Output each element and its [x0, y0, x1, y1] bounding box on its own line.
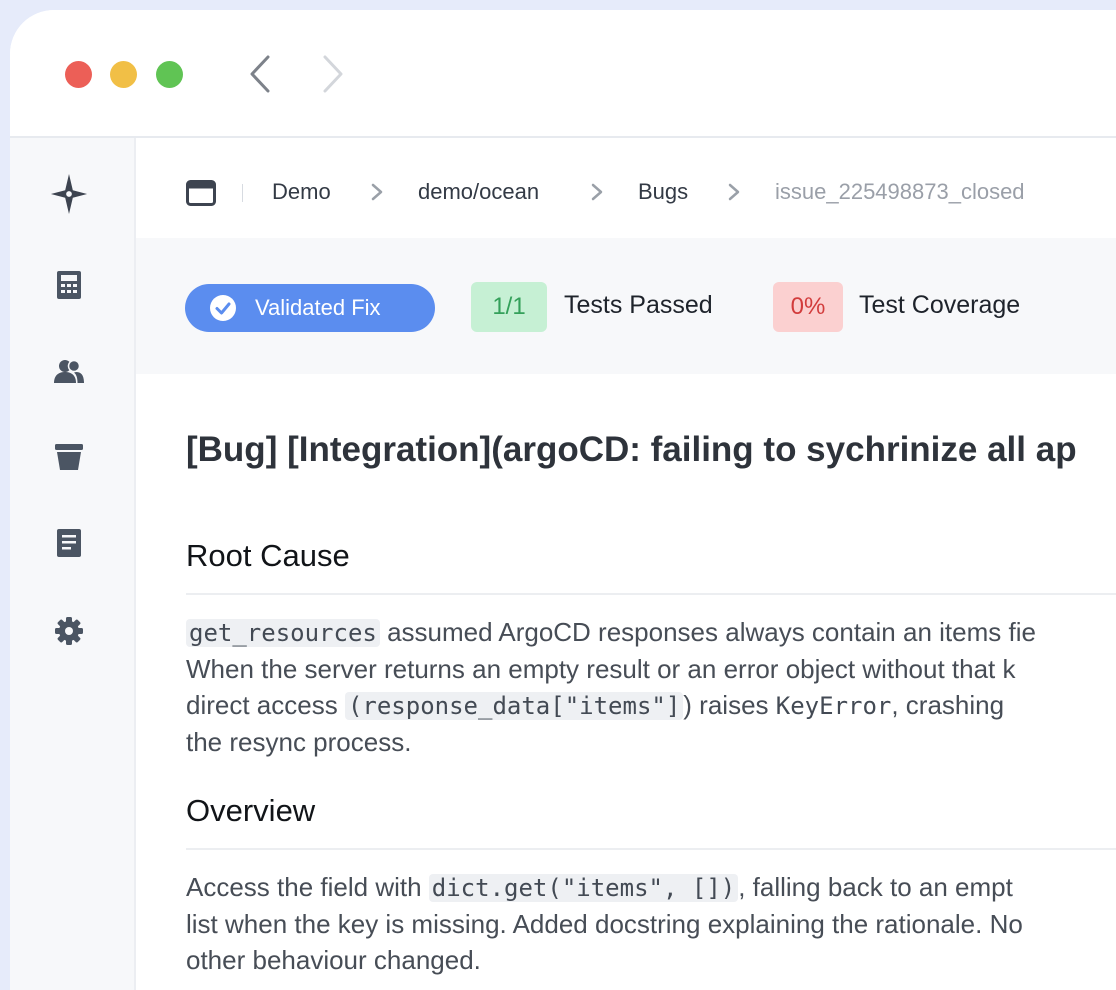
validated-fix-label: Validated Fix [255, 295, 381, 320]
tests-passed-label: Tests Passed [564, 291, 713, 319]
gear-icon[interactable] [54, 616, 84, 646]
paragraph-line: list when the key is missing. Added docs… [186, 909, 1023, 939]
breadcrumb: Demo demo/ocean Bugs issue_225498873_clo… [136, 138, 1116, 238]
section-divider [186, 848, 1116, 850]
chevron-right-icon [591, 183, 603, 201]
validated-fix-badge[interactable]: Validated Fix [185, 284, 435, 332]
breadcrumb-current: issue_225498873_closed [775, 179, 1025, 204]
minimize-window-button[interactable] [110, 61, 137, 88]
inline-code: dict.get("items", []) [428, 874, 739, 902]
root-cause-paragraph: get_resources assumed ArgoCD responses a… [186, 614, 1036, 760]
issue-title: [Bug] [Integration](argoCD: failing to s… [186, 430, 1077, 469]
breadcrumb-item-repo[interactable]: demo/ocean [418, 179, 539, 205]
tests-passed-count: 1/1 [471, 282, 547, 332]
paragraph-text: , falling back to an empt [738, 872, 1013, 902]
paragraph-line: other behaviour changed. [186, 945, 481, 975]
users-icon[interactable] [54, 356, 84, 386]
back-arrow-icon[interactable] [248, 54, 272, 94]
close-window-button[interactable] [65, 61, 92, 88]
paragraph-text: direct access [186, 690, 345, 720]
section-heading-root-cause: Root Cause [186, 538, 350, 573]
check-circle-icon [210, 295, 236, 321]
paragraph-text: ) raises [683, 690, 776, 720]
section-divider [186, 593, 1116, 595]
section-heading-overview: Overview [186, 793, 316, 828]
forward-arrow-icon[interactable] [321, 54, 345, 94]
overview-paragraph: Access the field with dict.get("items", … [186, 869, 1023, 978]
test-coverage-value: 0% [773, 282, 843, 332]
status-bar: Validated Fix 1/1 Tests Passed 0% Test C… [136, 238, 1116, 374]
inline-code: get_resources [186, 619, 380, 647]
main-content: Demo demo/ocean Bugs issue_225498873_clo… [136, 138, 1116, 990]
sidebar [10, 138, 136, 990]
compass-star-icon[interactable] [49, 174, 89, 214]
chevron-right-icon [728, 183, 740, 201]
window-icon [186, 180, 216, 206]
maximize-window-button[interactable] [156, 61, 183, 88]
paragraph-text: , crashing [891, 690, 1005, 720]
app-window: Demo demo/ocean Bugs issue_225498873_clo… [10, 10, 1116, 990]
test-coverage-label: Test Coverage [859, 291, 1021, 319]
calculator-icon[interactable] [54, 270, 84, 300]
inline-code: KeyError [775, 692, 892, 720]
inline-code: (response_data["items"] [344, 692, 684, 720]
breadcrumb-item-demo[interactable]: Demo [272, 179, 331, 205]
paragraph-line: When the server returns an empty result … [186, 654, 1016, 684]
document-icon[interactable] [54, 528, 84, 558]
paragraph-line: the resync process. [186, 727, 412, 757]
trash-icon[interactable] [54, 442, 84, 472]
title-bar [10, 10, 1116, 138]
chevron-right-icon [371, 183, 383, 201]
paragraph-text: Access the field with [186, 872, 429, 902]
paragraph-text: assumed ArgoCD responses always contain … [379, 617, 1036, 647]
breadcrumb-divider [242, 184, 243, 202]
breadcrumb-item-bugs[interactable]: Bugs [638, 179, 688, 205]
